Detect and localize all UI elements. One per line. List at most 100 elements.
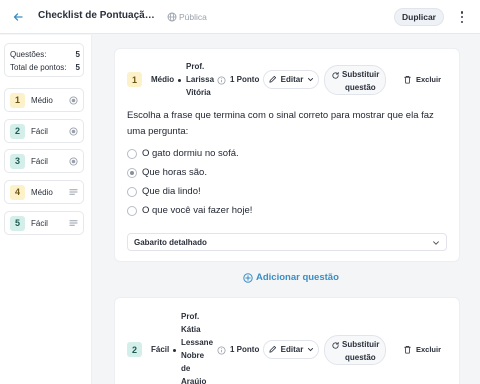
question-author: Prof. Larissa Vitória <box>186 60 220 99</box>
question-card-2: 2 Fácil Prof. Kátia Lessane Nobre de Ara… <box>114 297 460 384</box>
question-card-1: 1 Médio Prof. Larissa Vitória 1 Ponto Ed… <box>114 48 460 262</box>
chevron-down-icon <box>433 241 439 245</box>
question-number-badge: 2 <box>10 123 25 139</box>
kebab-dot <box>460 15 464 19</box>
author-line: Kátia <box>181 325 201 334</box>
visibility-label: Pública <box>179 12 207 22</box>
pencil-icon <box>269 345 276 353</box>
author-line: Vitória <box>186 88 211 97</box>
add-question-label: Adicionar questão <box>256 272 339 283</box>
author-line: Lessane <box>181 338 214 347</box>
substitute-label-line: questão <box>345 83 376 92</box>
author-line: de <box>181 364 191 373</box>
page-title: Checklist de Pontuação: Su... <box>38 10 156 21</box>
question-sidebar: Questões: 5 Total de pontos: 5 1 Médio 2… <box>0 35 92 384</box>
info-icon[interactable] <box>217 346 226 355</box>
question-difficulty: Fácil <box>31 156 48 166</box>
delete-label: Excluir <box>416 345 442 354</box>
question-number-badge: 5 <box>10 215 25 231</box>
radio-button[interactable] <box>127 148 137 159</box>
stats-points-row: Total de pontos: 5 <box>10 63 80 72</box>
chevron-down-icon <box>308 77 314 82</box>
more-options-button[interactable] <box>456 9 468 25</box>
edit-button[interactable]: Editar <box>263 70 319 89</box>
trash-icon <box>404 345 411 354</box>
back-button[interactable] <box>10 9 26 25</box>
question-difficulty: Médio <box>31 187 53 197</box>
sidebar-question-5[interactable]: 5 Fácil <box>4 211 84 235</box>
author-line: Nobre <box>181 351 205 360</box>
substitute-question-button[interactable]: Substituir questão <box>324 65 386 95</box>
questions-count-label: Questões: <box>10 50 47 59</box>
substitute-label-line: Substituir <box>342 340 380 349</box>
total-points-value: 5 <box>75 63 80 72</box>
option-text: O que você vai fazer hoje! <box>142 205 253 216</box>
delete-button[interactable]: Excluir <box>403 345 441 354</box>
sidebar-question-4[interactable]: 4 Médio <box>4 180 84 204</box>
radio-button-checked[interactable] <box>127 167 137 178</box>
sidebar-question-2[interactable]: 2 Fácil <box>4 119 84 143</box>
author-line: Araújo <box>181 377 207 384</box>
duplicate-button[interactable]: Duplicar <box>394 8 444 26</box>
sidebar-question-1[interactable]: 1 Médio <box>4 88 84 112</box>
question-number-badge: 4 <box>10 184 25 200</box>
question-points: 1 Ponto <box>230 75 260 84</box>
kebab-dot <box>460 20 464 23</box>
edit-button[interactable]: Editar <box>263 340 319 359</box>
plus-circle-icon <box>243 272 253 283</box>
option-text: Que dia lindo! <box>142 186 201 197</box>
radio-button[interactable] <box>127 205 137 216</box>
question-number-badge: 1 <box>10 92 25 108</box>
globe-icon <box>167 12 177 22</box>
refresh-icon <box>332 71 339 79</box>
answer-option-4[interactable]: O que você vai fazer hoje! <box>127 205 252 216</box>
answer-option-2[interactable]: Que horas são. <box>127 167 207 178</box>
delete-label: Excluir <box>416 75 442 84</box>
question-number-badge: 2 <box>127 342 142 357</box>
option-text: O gato dormiu no sofá. <box>142 148 239 159</box>
substitute-label-line: questão <box>345 353 376 362</box>
answer-option-1[interactable]: O gato dormiu no sofá. <box>127 148 239 159</box>
detailed-answer-label: Gabarito detalhado <box>134 237 207 247</box>
author-line: Prof. <box>181 312 200 321</box>
stats-questions-row: Questões: 5 <box>10 50 80 59</box>
radio-icon <box>69 96 78 105</box>
pencil-icon <box>269 75 276 83</box>
add-question-button[interactable]: Adicionar questão <box>243 272 339 283</box>
top-header: Checklist de Pontuação: Su... Pública Du… <box>0 0 480 34</box>
arrow-left-icon <box>13 13 23 21</box>
question-difficulty: Médio <box>151 75 175 84</box>
refresh-icon <box>332 341 339 349</box>
separator-dot <box>178 79 181 82</box>
option-text: Que horas são. <box>142 167 207 178</box>
question-points: 1 Ponto <box>230 345 260 354</box>
question-text: Escolha a frase que termina com o sinal … <box>127 110 434 137</box>
question-author: Prof. Kátia Lessane Nobre de Araújo <box>181 310 215 384</box>
question-difficulty: Fácil <box>151 345 170 354</box>
question-number-badge: 1 <box>127 72 142 87</box>
trash-icon <box>404 75 411 84</box>
answer-option-3[interactable]: Que dia lindo! <box>127 186 201 197</box>
detailed-answer-dropdown[interactable]: Gabarito detalhado <box>127 233 447 251</box>
edit-label: Editar <box>280 75 304 84</box>
sidebar-question-3[interactable]: 3 Fácil <box>4 149 84 173</box>
lines-icon <box>69 189 78 195</box>
radio-icon <box>69 127 78 136</box>
lines-icon <box>69 220 78 226</box>
separator-dot <box>173 349 176 352</box>
author-line: Larissa <box>186 75 215 84</box>
question-difficulty: Fácil <box>31 126 48 136</box>
chevron-down-icon <box>308 347 314 352</box>
delete-button[interactable]: Excluir <box>403 75 441 84</box>
author-line: Prof. <box>186 62 205 71</box>
info-icon[interactable] <box>217 76 226 85</box>
question-difficulty: Fácil <box>31 218 48 228</box>
substitute-question-button[interactable]: Substituir questão <box>324 335 386 365</box>
stats-box: Questões: 5 Total de pontos: 5 <box>4 43 84 77</box>
total-points-label: Total de pontos: <box>10 63 67 72</box>
substitute-label-line: Substituir <box>342 70 380 79</box>
kebab-dot <box>460 11 464 14</box>
question-number-badge: 3 <box>10 153 25 169</box>
question-difficulty: Médio <box>31 95 53 105</box>
radio-button[interactable] <box>127 186 137 197</box>
